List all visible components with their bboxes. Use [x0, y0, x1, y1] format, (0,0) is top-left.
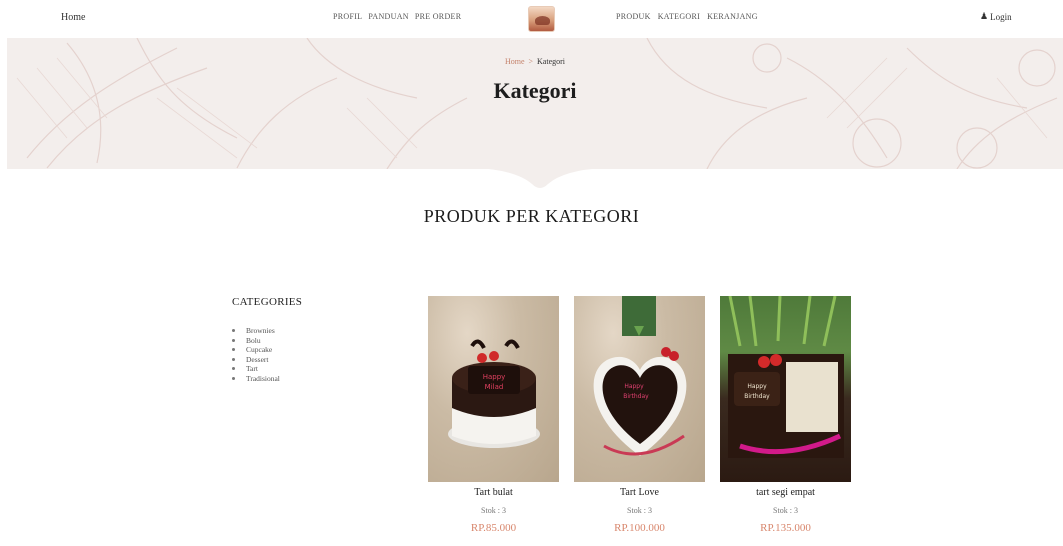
product-name[interactable]: Tart Love — [574, 487, 705, 498]
user-icon: ♟ — [980, 11, 989, 21]
product-image[interactable]: Happy Milad — [428, 296, 559, 482]
category-label: Tradisional — [246, 373, 280, 383]
svg-text:Happy: Happy — [624, 383, 644, 390]
breadcrumb-current: Kategori — [537, 57, 566, 66]
product-price: RP.85.000 — [470, 522, 517, 534]
category-item-dessert[interactable]: Dessert — [232, 355, 280, 365]
nav-link-keranjang[interactable]: KERANJANG — [707, 12, 758, 21]
product-stock: Stok : 3 — [481, 506, 506, 515]
svg-text:Milad: Milad — [485, 383, 504, 391]
nav-left-group: PROFIL PANDUAN PRE ORDER — [333, 12, 461, 21]
categories-list: Brownies Bolu Cupcake Dessert Tart Tradi… — [232, 326, 280, 383]
cake-photo-round: Happy Milad — [448, 339, 540, 448]
nav-right-group: PRODUK KATEGORI KERANJANG — [616, 12, 758, 21]
bullet-icon — [232, 338, 235, 342]
category-item-brownies[interactable]: Brownies — [232, 326, 280, 336]
svg-text:Birthday: Birthday — [623, 393, 649, 400]
category-item-tradisional[interactable]: Tradisional — [232, 374, 280, 384]
hero-notch-decoration — [476, 168, 604, 188]
product-price: RP.100.000 — [614, 522, 665, 534]
login-button[interactable]: ♟ Login — [980, 11, 1012, 22]
bullet-icon — [232, 348, 235, 352]
svg-text:Happy: Happy — [747, 383, 767, 390]
product-name[interactable]: tart segi empat — [720, 487, 851, 498]
product-price: RP.135.000 — [760, 522, 811, 534]
nav-link-pre-order[interactable]: PRE ORDER — [415, 12, 462, 21]
section-title: PRODUK PER KATEGORI — [423, 206, 640, 226]
product-stock: Stok : 3 — [627, 506, 652, 515]
cake-photo-square: Happy Birthday — [728, 296, 844, 458]
category-label: Tart — [246, 364, 258, 373]
hero-banner: Home > Kategori Kategori — [7, 38, 1063, 169]
page-title: Kategori — [493, 78, 577, 103]
nav-home-link[interactable]: Home — [61, 12, 85, 23]
nav-link-panduan[interactable]: PANDUAN — [368, 12, 408, 21]
product-image[interactable]: Happy Birthday — [720, 296, 851, 482]
login-label: Login — [990, 11, 1012, 22]
category-item-bolu[interactable]: Bolu — [232, 336, 280, 346]
nav-link-kategori[interactable]: KATEGORI — [658, 12, 700, 21]
category-label: Cupcake — [246, 345, 273, 354]
category-label: Bolu — [246, 335, 261, 345]
bullet-icon — [232, 376, 235, 380]
product-card[interactable]: Happy Birthday tart segi empat Stok : 3 … — [720, 296, 851, 534]
category-item-tart[interactable]: Tart — [232, 364, 280, 374]
svg-text:Happy: Happy — [483, 373, 506, 381]
nav-link-profil[interactable]: PROFIL — [333, 12, 362, 21]
category-label: Dessert — [246, 354, 269, 364]
categories-title: CATEGORIES — [232, 296, 303, 308]
category-label: Brownies — [246, 326, 275, 335]
bullet-icon — [232, 367, 235, 371]
bullet-icon — [232, 329, 235, 333]
cake-photo-heart: Happy Birthday — [593, 296, 687, 456]
bullet-icon — [232, 357, 235, 361]
product-card[interactable]: Happy Milad Tart bulat Stok : 3 RP.85.00… — [428, 296, 559, 534]
breadcrumb: Home > Kategori — [7, 57, 1063, 66]
breadcrumb-home-link[interactable]: Home — [505, 57, 525, 66]
nav-link-produk[interactable]: PRODUK — [616, 12, 651, 21]
product-stock: Stok : 3 — [773, 506, 798, 515]
svg-text:Birthday: Birthday — [744, 393, 770, 400]
breadcrumb-separator: > — [528, 57, 534, 66]
category-item-cupcake[interactable]: Cupcake — [232, 345, 280, 355]
product-image[interactable]: Happy Birthday — [574, 296, 705, 482]
product-name[interactable]: Tart bulat — [428, 487, 559, 498]
top-navbar: Home PROFIL PANDUAN PRE ORDER PRODUK KAT… — [0, 0, 1063, 38]
product-card[interactable]: Happy Birthday Tart Love Stok : 3 RP.100… — [574, 296, 705, 534]
logo-image[interactable] — [528, 6, 555, 32]
